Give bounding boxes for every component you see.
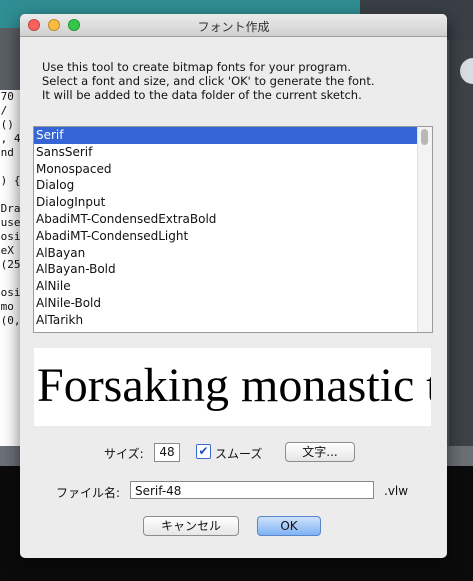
background-code-line: and [0, 146, 14, 159]
button-row: キャンセル OK [20, 515, 447, 539]
font-list-item[interactable]: Monospaced [34, 161, 432, 178]
background-code-line: posi [0, 286, 21, 299]
font-list-item[interactable]: DialogInput [34, 194, 432, 211]
font-list-item[interactable]: Dialog [34, 177, 432, 194]
font-list-item[interactable]: AbadiMT-CondensedExtraBold [34, 211, 432, 228]
filename-row: ファイル名: Serif-48 .vlw [20, 480, 447, 504]
size-label: サイズ: [104, 447, 144, 461]
background-code-line: e(0, [0, 314, 21, 327]
ok-button[interactable]: OK [257, 516, 321, 536]
background-code-line: posi [0, 230, 21, 243]
smooth-label: スムーズ [215, 447, 263, 461]
smooth-checkbox[interactable]: ✔ [196, 444, 211, 459]
background-code-line: o() [0, 118, 14, 131]
background-code-line: e(25 [0, 258, 21, 271]
background-right-panel [449, 40, 473, 460]
instruction-line: Use this tool to create bitmap fonts for… [42, 60, 352, 74]
background-code-line: */ [0, 104, 8, 117]
background-code-line: 170 [0, 90, 14, 103]
characters-button[interactable]: 文字... [285, 442, 355, 462]
background-code-line: ouse [0, 216, 21, 229]
size-row: サイズ: 48 ✔ スムーズ 文字... [20, 441, 447, 465]
background-code-line: eDra [0, 202, 21, 215]
font-list[interactable]: Serif SansSerif Monospaced Dialog DialogInpu… [33, 126, 433, 333]
background-code-line: () { [0, 174, 21, 187]
cancel-button[interactable]: キャンセル [143, 516, 239, 536]
size-input[interactable]: 48 [154, 443, 180, 462]
font-list-item[interactable]: AbadiMT-CondensedLight [34, 228, 432, 245]
font-list-item[interactable]: AlBayan-Bold [34, 261, 432, 278]
font-preview: Forsaking monastic tradition, twelve jov… [34, 348, 431, 426]
instruction-line: Select a font and size, and click 'OK' t… [42, 74, 375, 88]
filename-input[interactable]: Serif-48 [130, 481, 374, 499]
dialog-title: フォント作成 [197, 20, 270, 34]
font-list-item[interactable]: AlNile [34, 278, 432, 295]
extension-label: .vlw [384, 484, 409, 498]
font-list-item[interactable]: AlTarikh [34, 312, 432, 329]
preview-text: Forsaking monastic tradition, twelve jov… [37, 359, 431, 412]
dialog-titlebar: フォント作成 [20, 14, 447, 37]
font-list-item[interactable]: SansSerif [34, 144, 432, 161]
instruction-line: It will be added to the data folder of t… [42, 88, 362, 102]
font-list-item[interactable]: AlNile-Bold [34, 295, 432, 312]
background-code-line: 0, 4 [0, 132, 21, 145]
instructions-text: Use this tool to create bitmap fonts for… [42, 60, 375, 102]
font-list-scrollbar[interactable] [417, 127, 432, 332]
filename-label: ファイル名: [56, 486, 121, 500]
background-code-line: seX [0, 244, 14, 257]
background-code-line: (mo [0, 300, 14, 313]
font-list-item[interactable]: AlBayan [34, 245, 432, 262]
scrollbar-thumb[interactable] [421, 129, 428, 145]
background-code-editor: 170*/o()0, 4and() {eDraouseposiseXe(25po… [0, 90, 22, 450]
create-font-dialog: フォント作成 Use this tool to create bitmap fo… [20, 14, 447, 558]
font-list-item[interactable]: Serif [34, 127, 432, 144]
